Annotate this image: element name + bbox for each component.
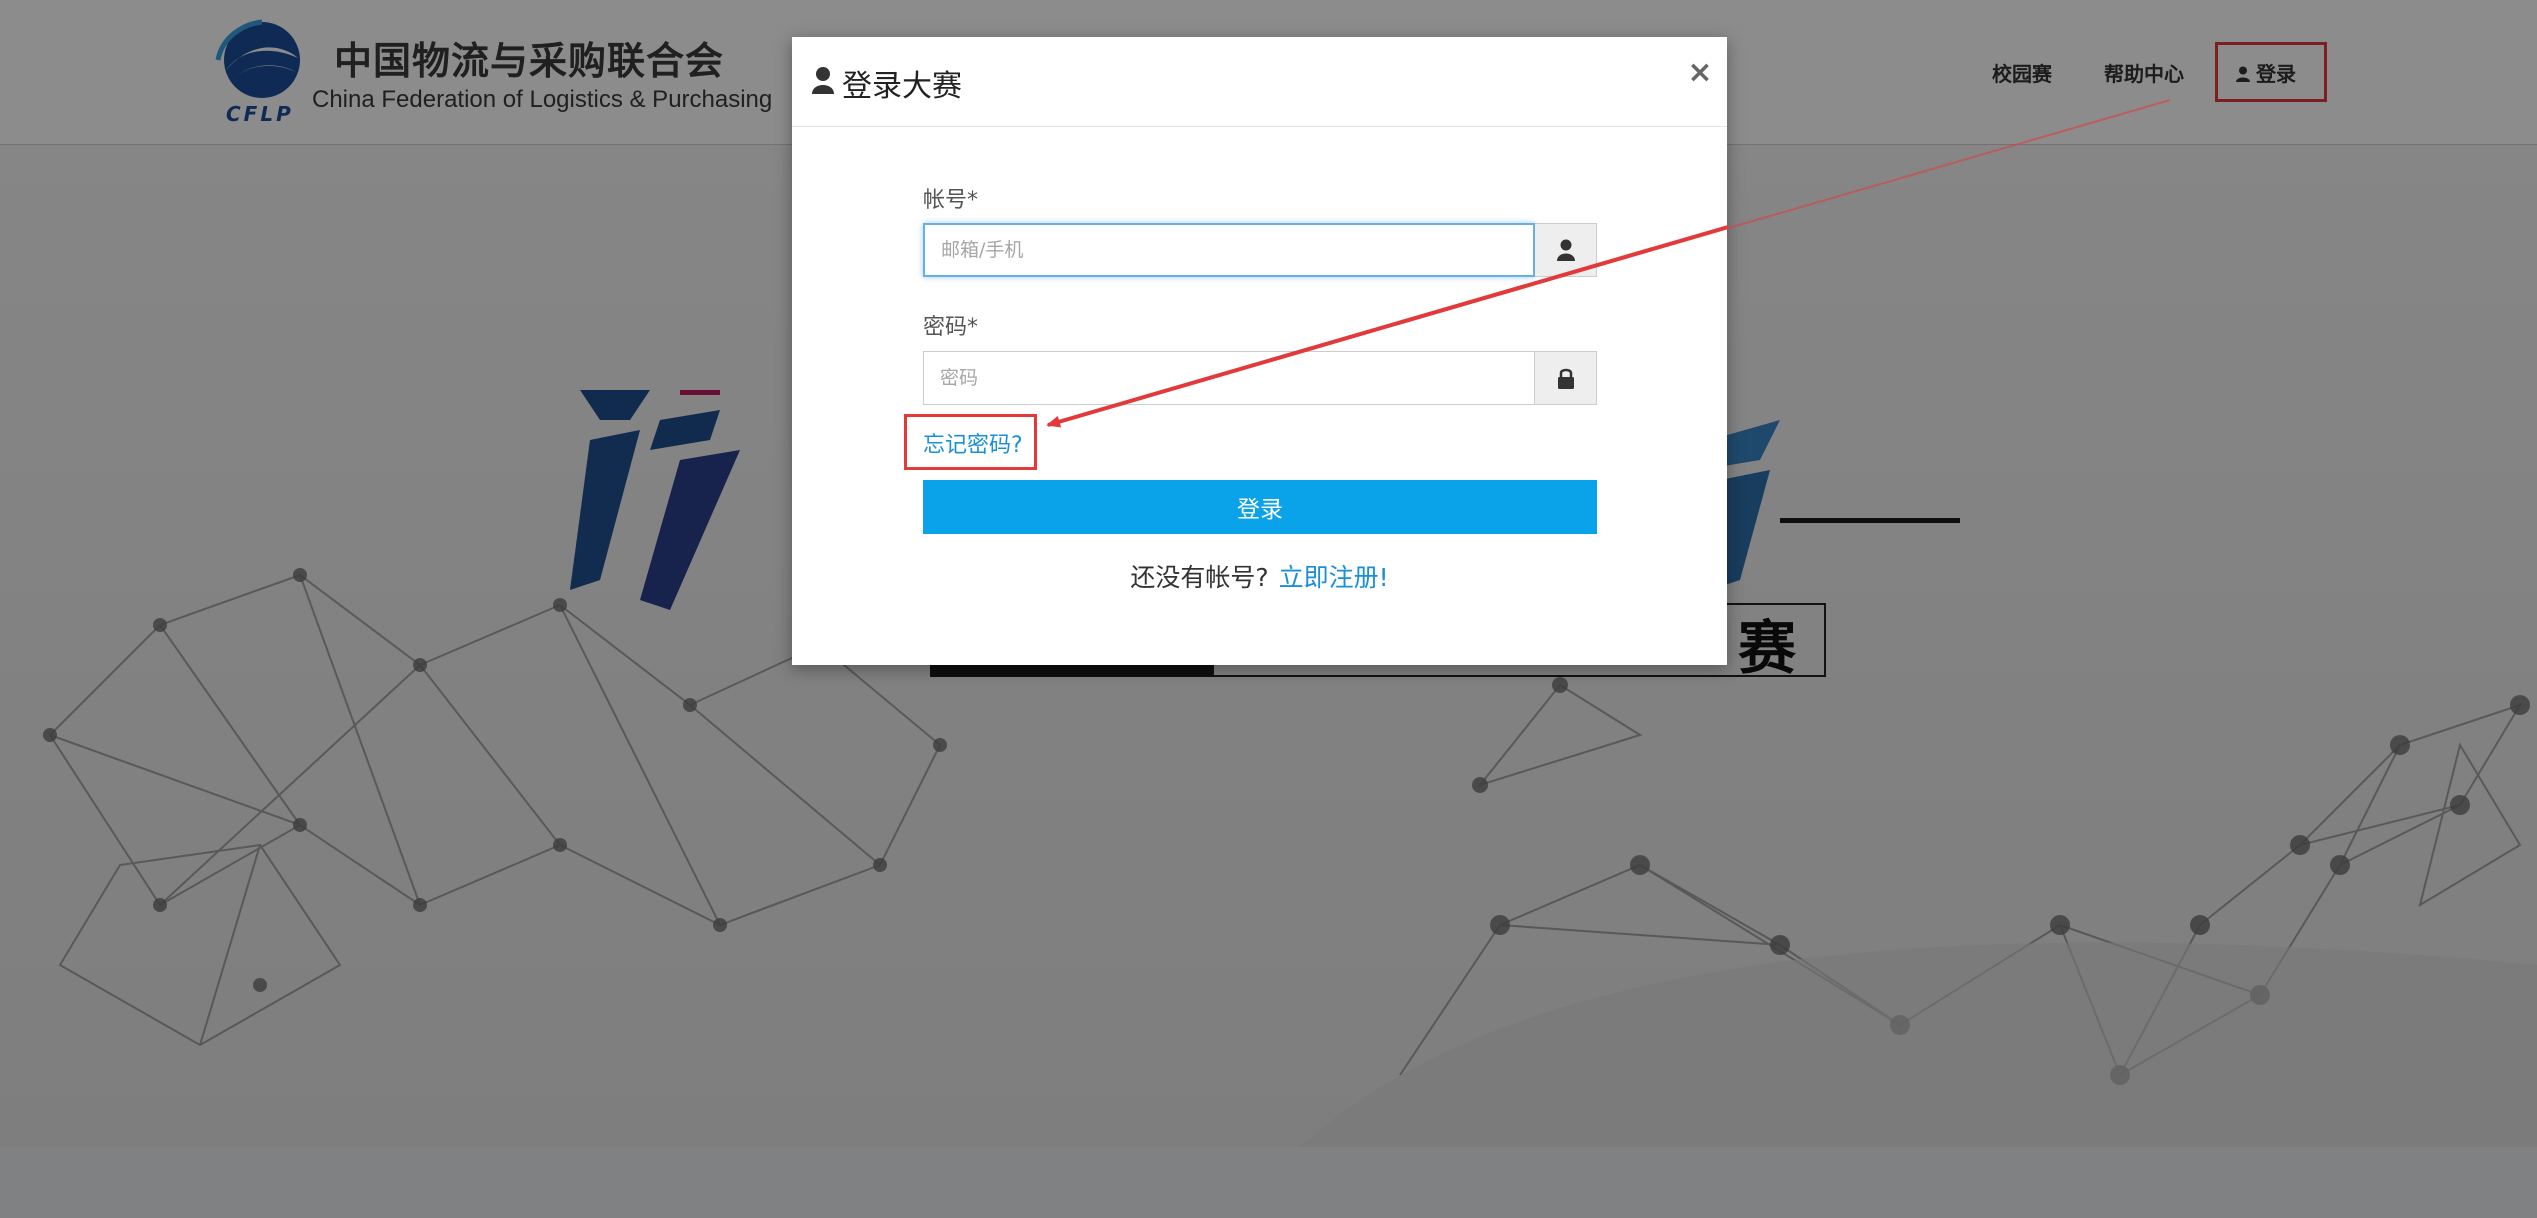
register-row: 还没有帐号? 立即注册! bbox=[792, 558, 1727, 594]
login-button[interactable]: 登录 bbox=[923, 480, 1597, 534]
register-link[interactable]: 立即注册! bbox=[1279, 563, 1389, 592]
account-input[interactable] bbox=[923, 223, 1535, 277]
user-icon bbox=[812, 67, 834, 94]
password-input[interactable] bbox=[923, 351, 1535, 405]
login-modal: 登录大赛 × 帐号* 密码* 忘记密码? 登 bbox=[792, 37, 1727, 665]
modal-title: 登录大赛 bbox=[842, 69, 962, 104]
account-addon bbox=[1535, 223, 1597, 277]
close-icon[interactable]: × bbox=[1682, 55, 1718, 91]
user-icon bbox=[1557, 239, 1575, 261]
account-label: 帐号* bbox=[923, 188, 979, 213]
page: CFLP 中国物流与采购联合会 China Federation of Logi… bbox=[0, 0, 2537, 1218]
lock-icon bbox=[1558, 368, 1574, 389]
password-label: 密码* bbox=[923, 315, 979, 340]
password-input-group bbox=[923, 351, 1597, 405]
modal-header: 登录大赛 × bbox=[792, 37, 1727, 127]
account-input-group bbox=[923, 223, 1597, 277]
no-account-text: 还没有帐号? bbox=[1130, 563, 1269, 592]
password-addon bbox=[1535, 351, 1597, 405]
annotation-highlight-forgot-password bbox=[904, 414, 1037, 470]
